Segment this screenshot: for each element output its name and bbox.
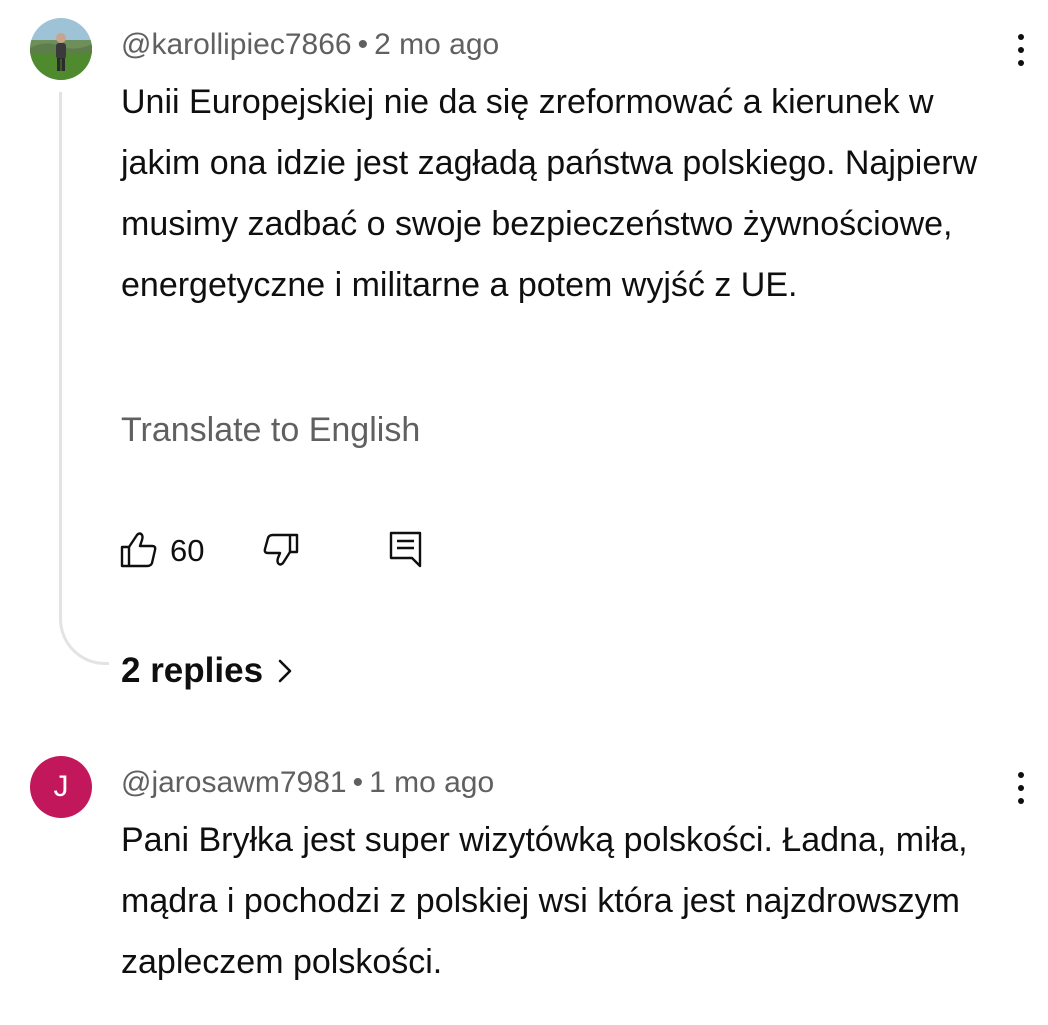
translate-button[interactable]: Translate to English (121, 408, 420, 452)
avatar-letter: J (53, 770, 69, 803)
like-button[interactable] (118, 530, 160, 570)
more-vertical-icon (1018, 772, 1024, 778)
comment-text: Pani Bryłka jest super wizytówką polskoś… (121, 821, 968, 981)
comment-time: 1 mo ago (369, 766, 495, 799)
thread-line (59, 92, 109, 665)
avatar-photo-icon (30, 18, 92, 80)
comment-reply-icon (389, 531, 422, 568)
more-options-button[interactable] (1011, 30, 1031, 70)
dislike-button[interactable] (261, 532, 301, 570)
avatar[interactable]: J (30, 756, 92, 818)
more-vertical-icon (1018, 34, 1024, 40)
like-count: 60 (170, 533, 205, 568)
avatar[interactable] (30, 18, 92, 80)
thumbs-down-icon (263, 533, 299, 566)
comment-author[interactable]: @karollipiec7866 (121, 28, 352, 61)
meta-separator: • (357, 28, 369, 61)
chevron-right-icon (278, 659, 292, 683)
comment-text: Unii Europejskiej nie da się zreformować… (121, 83, 978, 304)
comment-meta: @karollipiec7866 • 2 mo ago (121, 30, 499, 60)
thumbs-up-icon (120, 532, 157, 568)
comment-author[interactable]: @jarosawm7981 (121, 766, 347, 799)
view-replies-button[interactable]: 2 replies (121, 650, 297, 692)
more-options-button[interactable] (1011, 768, 1031, 808)
reply-button[interactable] (388, 530, 424, 570)
replies-label: 2 replies (121, 651, 264, 690)
comment-meta: @jarosawm7981 • 1 mo ago (121, 768, 494, 798)
meta-separator: • (352, 766, 364, 799)
comment-time: 2 mo ago (374, 28, 500, 61)
